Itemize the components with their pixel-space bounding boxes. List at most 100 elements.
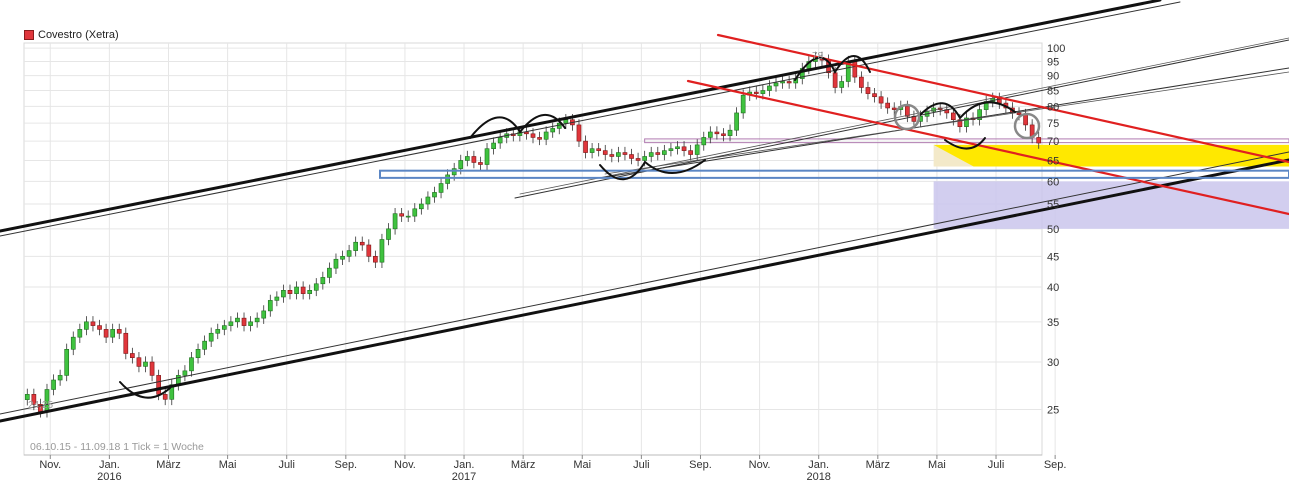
candle-body <box>432 192 437 198</box>
candle-body <box>353 241 359 251</box>
candle-body <box>392 213 398 230</box>
candle-body <box>491 142 496 149</box>
candle-body <box>543 131 549 140</box>
candle-body <box>859 76 864 88</box>
candle-body <box>635 158 641 161</box>
y-axis: 25 30 35 40 45 50 55 60 65 70 75 80 85 90 95 100 <box>1047 43 1065 416</box>
candle-body <box>221 325 227 330</box>
candle-body <box>478 162 483 165</box>
candle-body <box>1036 137 1042 144</box>
candle-body <box>609 154 615 157</box>
candle-body <box>254 317 260 323</box>
y-tick-label: 85 <box>1047 86 1059 98</box>
candle-body <box>701 137 707 146</box>
y-tick-label: 45 <box>1047 251 1059 263</box>
x-tick-label: Sep. <box>689 459 712 471</box>
candle-body <box>773 82 779 87</box>
x-tick-label: Jan. <box>454 459 475 471</box>
candle-body <box>313 283 319 291</box>
candle-body <box>399 213 404 217</box>
candle-body <box>340 256 345 260</box>
x-tick-label: Mai <box>219 459 237 471</box>
candle-body <box>642 156 647 161</box>
y-tick-label: 25 <box>1047 405 1059 417</box>
candle-body <box>1023 114 1028 126</box>
candle-body <box>162 394 168 400</box>
candle-body <box>786 81 792 84</box>
candle-body <box>143 361 148 367</box>
candle-body <box>51 379 56 390</box>
candle-body <box>130 353 135 359</box>
candle-body <box>90 321 96 326</box>
candle-body <box>714 131 720 135</box>
x-tick-label: Juli <box>988 459 1005 471</box>
candle-body <box>740 94 746 114</box>
candle-body <box>366 244 372 257</box>
candle-body <box>103 329 109 338</box>
candle-body <box>734 112 739 131</box>
candle-body <box>707 131 713 138</box>
x-tick-label: Jan. <box>99 459 120 471</box>
candle-body <box>24 394 30 400</box>
x-tick-label: Nov. <box>749 459 771 471</box>
candle-body <box>681 146 687 151</box>
candle-body <box>563 119 569 124</box>
candle-body <box>64 349 70 376</box>
y-tick-label: 75 <box>1047 118 1059 130</box>
candle-body <box>149 361 155 376</box>
candle-body <box>346 250 352 257</box>
candle-body <box>852 61 858 78</box>
y-tick-label: 90 <box>1047 71 1059 83</box>
candle-body <box>359 241 365 246</box>
candle-body <box>445 174 450 184</box>
candle-body <box>464 156 470 161</box>
candlestick-chart: 25 30 35 40 45 50 55 60 65 70 75 80 85 90 95 100 Nov. Ja… <box>0 0 1289 483</box>
candle-body <box>208 332 214 342</box>
candle-body <box>872 93 877 98</box>
candle-body <box>668 148 674 151</box>
y-tick-label: 55 <box>1047 199 1059 211</box>
candle-body <box>419 203 424 210</box>
candle-body <box>425 196 431 205</box>
candle-body <box>780 81 785 84</box>
candle-body <box>648 152 654 157</box>
y-tick-label: 40 <box>1047 282 1059 294</box>
candle-body <box>379 239 385 263</box>
candle-body <box>182 370 188 376</box>
candle-body <box>767 85 772 91</box>
candle-body <box>235 317 240 323</box>
candle-body <box>70 336 76 350</box>
candle-body <box>950 112 956 121</box>
y-tick-label: 30 <box>1047 357 1059 369</box>
candle-body <box>596 148 602 151</box>
candle-body <box>458 160 464 169</box>
candle-body <box>110 329 116 338</box>
candle-body <box>865 87 871 94</box>
candle-body <box>885 102 890 109</box>
candle-body <box>261 310 267 319</box>
x-tick-label: März <box>156 459 180 471</box>
x-year-label: 2016 <box>97 471 121 483</box>
candle-body <box>77 329 83 338</box>
candle-body <box>215 329 221 334</box>
date-range-label: 06.10.15 - 11.09.18 1 Tick = 1 Woche <box>30 441 204 453</box>
candle-body <box>438 183 444 193</box>
candle-body <box>307 290 313 294</box>
x-tick-label: März <box>866 459 890 471</box>
candle-body <box>373 256 378 263</box>
candle-body <box>839 81 845 88</box>
candle-body <box>156 375 161 395</box>
candle-body <box>550 128 556 133</box>
candle-body <box>832 72 838 88</box>
candle-body <box>116 329 122 334</box>
candle-body <box>760 90 766 94</box>
candle-body <box>267 300 273 312</box>
y-tick-label: 50 <box>1047 224 1059 236</box>
candle-body <box>294 286 299 294</box>
top-value-label: 78 <box>812 51 824 62</box>
candle-body <box>471 156 477 163</box>
candle-body <box>327 267 332 278</box>
x-tick-label: Sep. <box>334 459 357 471</box>
candle-body <box>136 357 142 367</box>
candle-body <box>622 152 628 155</box>
